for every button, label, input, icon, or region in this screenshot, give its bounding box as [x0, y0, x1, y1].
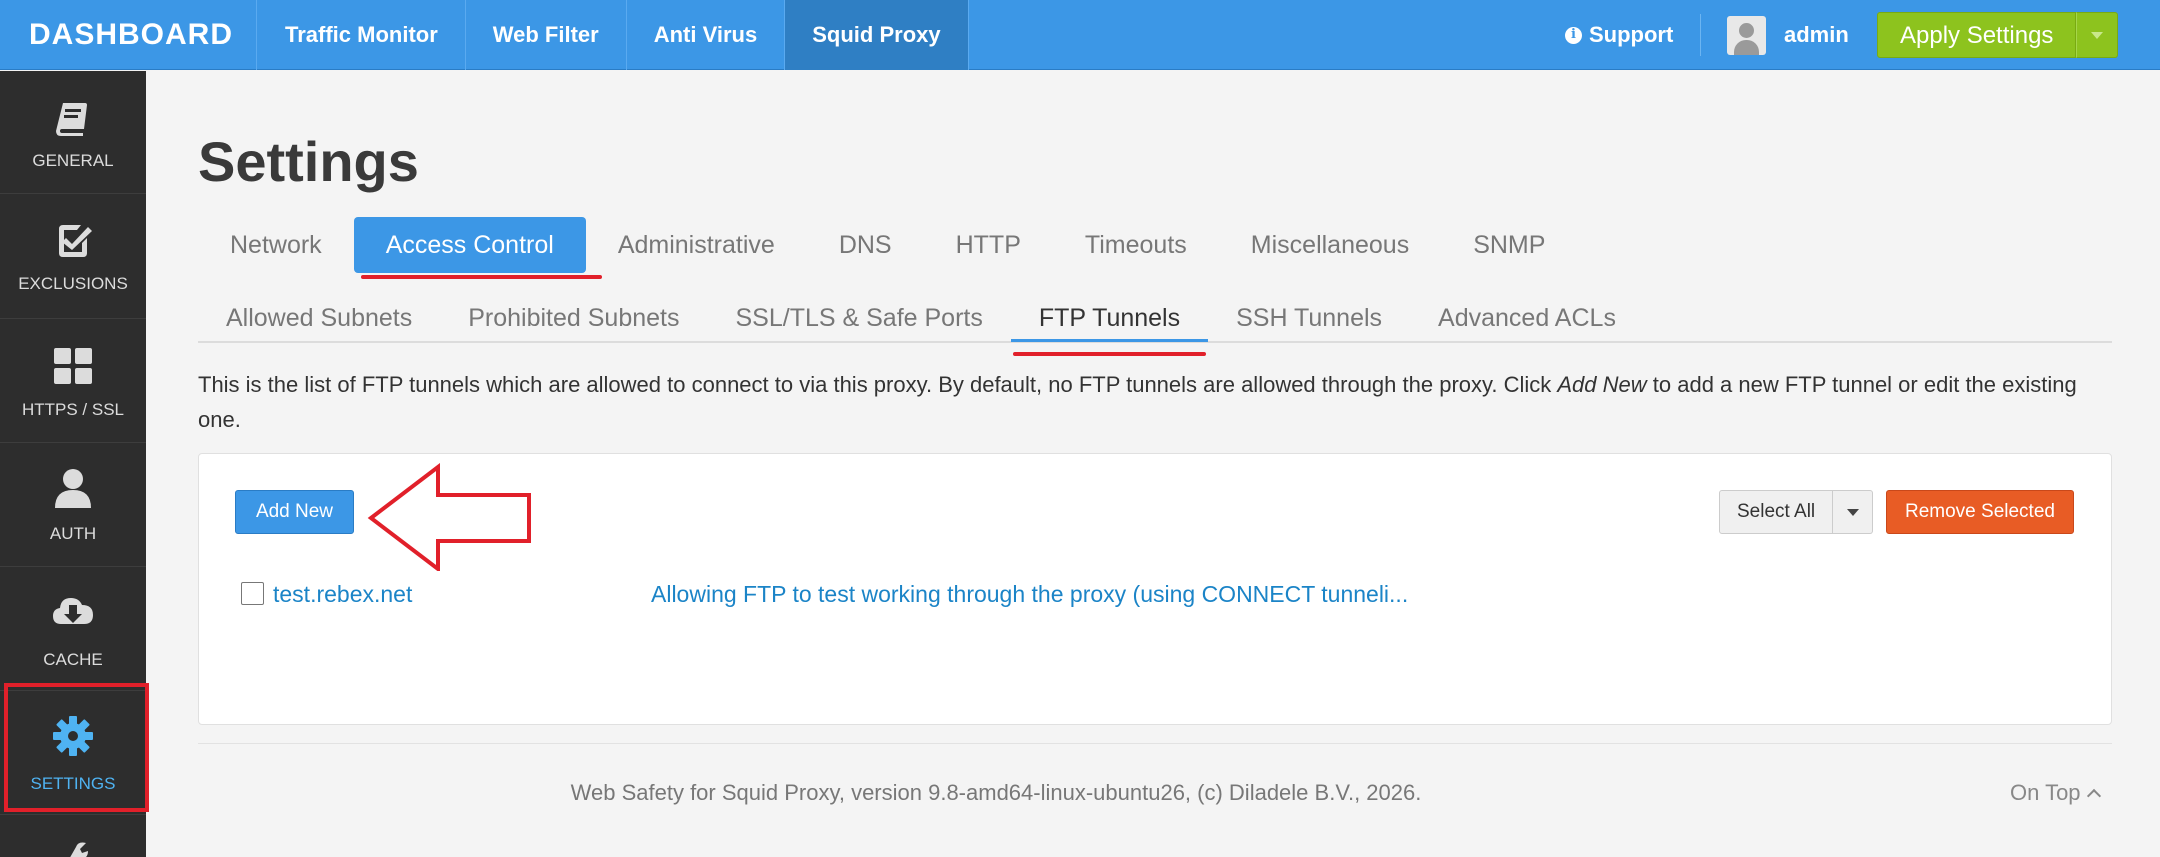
tab-administrative[interactable]: Administrative [586, 217, 807, 273]
main-content: Settings Network Access Control Administ… [146, 71, 2160, 857]
sidebar-item-label: AUTH [49, 524, 97, 543]
on-top-link[interactable]: On Top [2010, 780, 2101, 806]
ftp-tunnels-panel: Add New Select All Remove Selected test.… [198, 453, 2112, 725]
apply-settings-group: Apply Settings [1877, 12, 2119, 58]
tab-access-control[interactable]: Access Control [353, 217, 586, 273]
cloud-download-icon [53, 598, 93, 624]
chevron-down-icon [2091, 31, 2104, 39]
navbar-divider [1700, 14, 1701, 56]
annotation-arrow [367, 463, 531, 571]
page-title: Settings [198, 130, 419, 193]
tab-snmp[interactable]: SNMP [1441, 217, 1577, 273]
support-link[interactable]: i Support [1565, 0, 1673, 70]
sidebar-item-label: CACHE [43, 650, 103, 669]
access-control-subtabs: Allowed Subnets Prohibited Subnets SSL/T… [198, 296, 2112, 343]
tab-dns[interactable]: DNS [807, 217, 924, 273]
sidebar-item-label: EXCLUSIONS [18, 274, 128, 293]
chevron-up-icon [2086, 788, 2101, 804]
annotation-highlight-box [4, 683, 149, 812]
select-all-button[interactable]: Select All [1719, 490, 1834, 534]
sidebar-item-exclusions[interactable]: EXCLUSIONS [0, 196, 146, 319]
sidebar-item-general[interactable]: GENERAL [0, 71, 146, 194]
tab-timeouts[interactable]: Timeouts [1053, 217, 1219, 273]
tab-network[interactable]: Network [198, 217, 354, 273]
select-all-dropdown-toggle[interactable] [1833, 490, 1874, 534]
footer-divider [198, 743, 2112, 744]
annotation-underline [1013, 352, 1206, 356]
on-top-label: On Top [2010, 780, 2081, 805]
subtab-advanced-acls[interactable]: Advanced ACLs [1410, 296, 1644, 342]
dashboard-brand-link[interactable]: DASHBOARD [0, 0, 257, 70]
select-all-group: Select All [1719, 490, 1874, 534]
footer-text: Web Safety for Squid Proxy, version 9.8-… [570, 780, 1422, 805]
page-description: This is the list of FTP tunnels which ar… [198, 372, 2077, 432]
grid-icon [54, 348, 92, 384]
subtab-ssl-tls-safe-ports[interactable]: SSL/TLS & Safe Ports [708, 296, 1011, 342]
nav-web-filter[interactable]: Web Filter [466, 0, 627, 70]
sidebar-item-https-ssl[interactable]: HTTPS / SSL [0, 320, 146, 443]
annotation-underline [361, 275, 602, 279]
sidebar-item-auth[interactable]: AUTH [0, 444, 146, 567]
tab-miscellaneous[interactable]: Miscellaneous [1219, 217, 1441, 273]
sidebar-item-label: HTTPS / SSL [21, 400, 125, 419]
apply-settings-button[interactable]: Apply Settings [1877, 12, 2077, 58]
subtab-prohibited-subnets[interactable]: Prohibited Subnets [440, 296, 707, 342]
remove-selected-button[interactable]: Remove Selected [1886, 490, 2074, 534]
apply-settings-dropdown-toggle[interactable] [2076, 12, 2119, 58]
checkbox-icon [59, 225, 92, 257]
add-new-button[interactable]: Add New [235, 490, 354, 534]
tab-http[interactable]: HTTP [924, 217, 1053, 273]
info-icon: i [1565, 26, 1582, 44]
tunnel-name-link[interactable]: test.rebex.net [273, 578, 412, 610]
support-label: Support [1589, 22, 1674, 47]
sidebar-item-cache[interactable]: CACHE [0, 568, 146, 691]
row-checkbox[interactable] [241, 582, 264, 605]
username: admin [1784, 22, 1849, 47]
tunnel-description-link[interactable]: Allowing FTP to test working through the… [651, 578, 1408, 610]
book-icon [56, 103, 87, 136]
avatar [1727, 15, 1766, 55]
nav-anti-virus[interactable]: Anti Virus [627, 0, 786, 70]
nav-traffic-monitor[interactable]: Traffic Monitor [258, 0, 466, 70]
subtab-ssh-tunnels[interactable]: SSH Tunnels [1208, 296, 1410, 342]
user-icon [55, 469, 91, 508]
top-navbar: DASHBOARD Traffic Monitor Web Filter Ant… [0, 0, 2160, 70]
product-tabs: Traffic Monitor Web Filter Anti Virus Sq… [258, 0, 969, 70]
nav-squid-proxy[interactable]: Squid Proxy [785, 0, 969, 70]
table-row: test.rebex.net Allowing FTP to test work… [241, 578, 2041, 610]
subtab-ftp-tunnels[interactable]: FTP Tunnels [1010, 296, 1209, 342]
settings-tabs: Network Access Control Administrative DN… [198, 217, 1577, 273]
subtab-allowed-subnets[interactable]: Allowed Subnets [198, 296, 440, 342]
user-menu[interactable]: admin [1727, 0, 1849, 70]
chevron-down-icon [1846, 508, 1859, 516]
wrench-icon[interactable] [60, 841, 88, 857]
sidebar-item-label: GENERAL [32, 151, 114, 170]
